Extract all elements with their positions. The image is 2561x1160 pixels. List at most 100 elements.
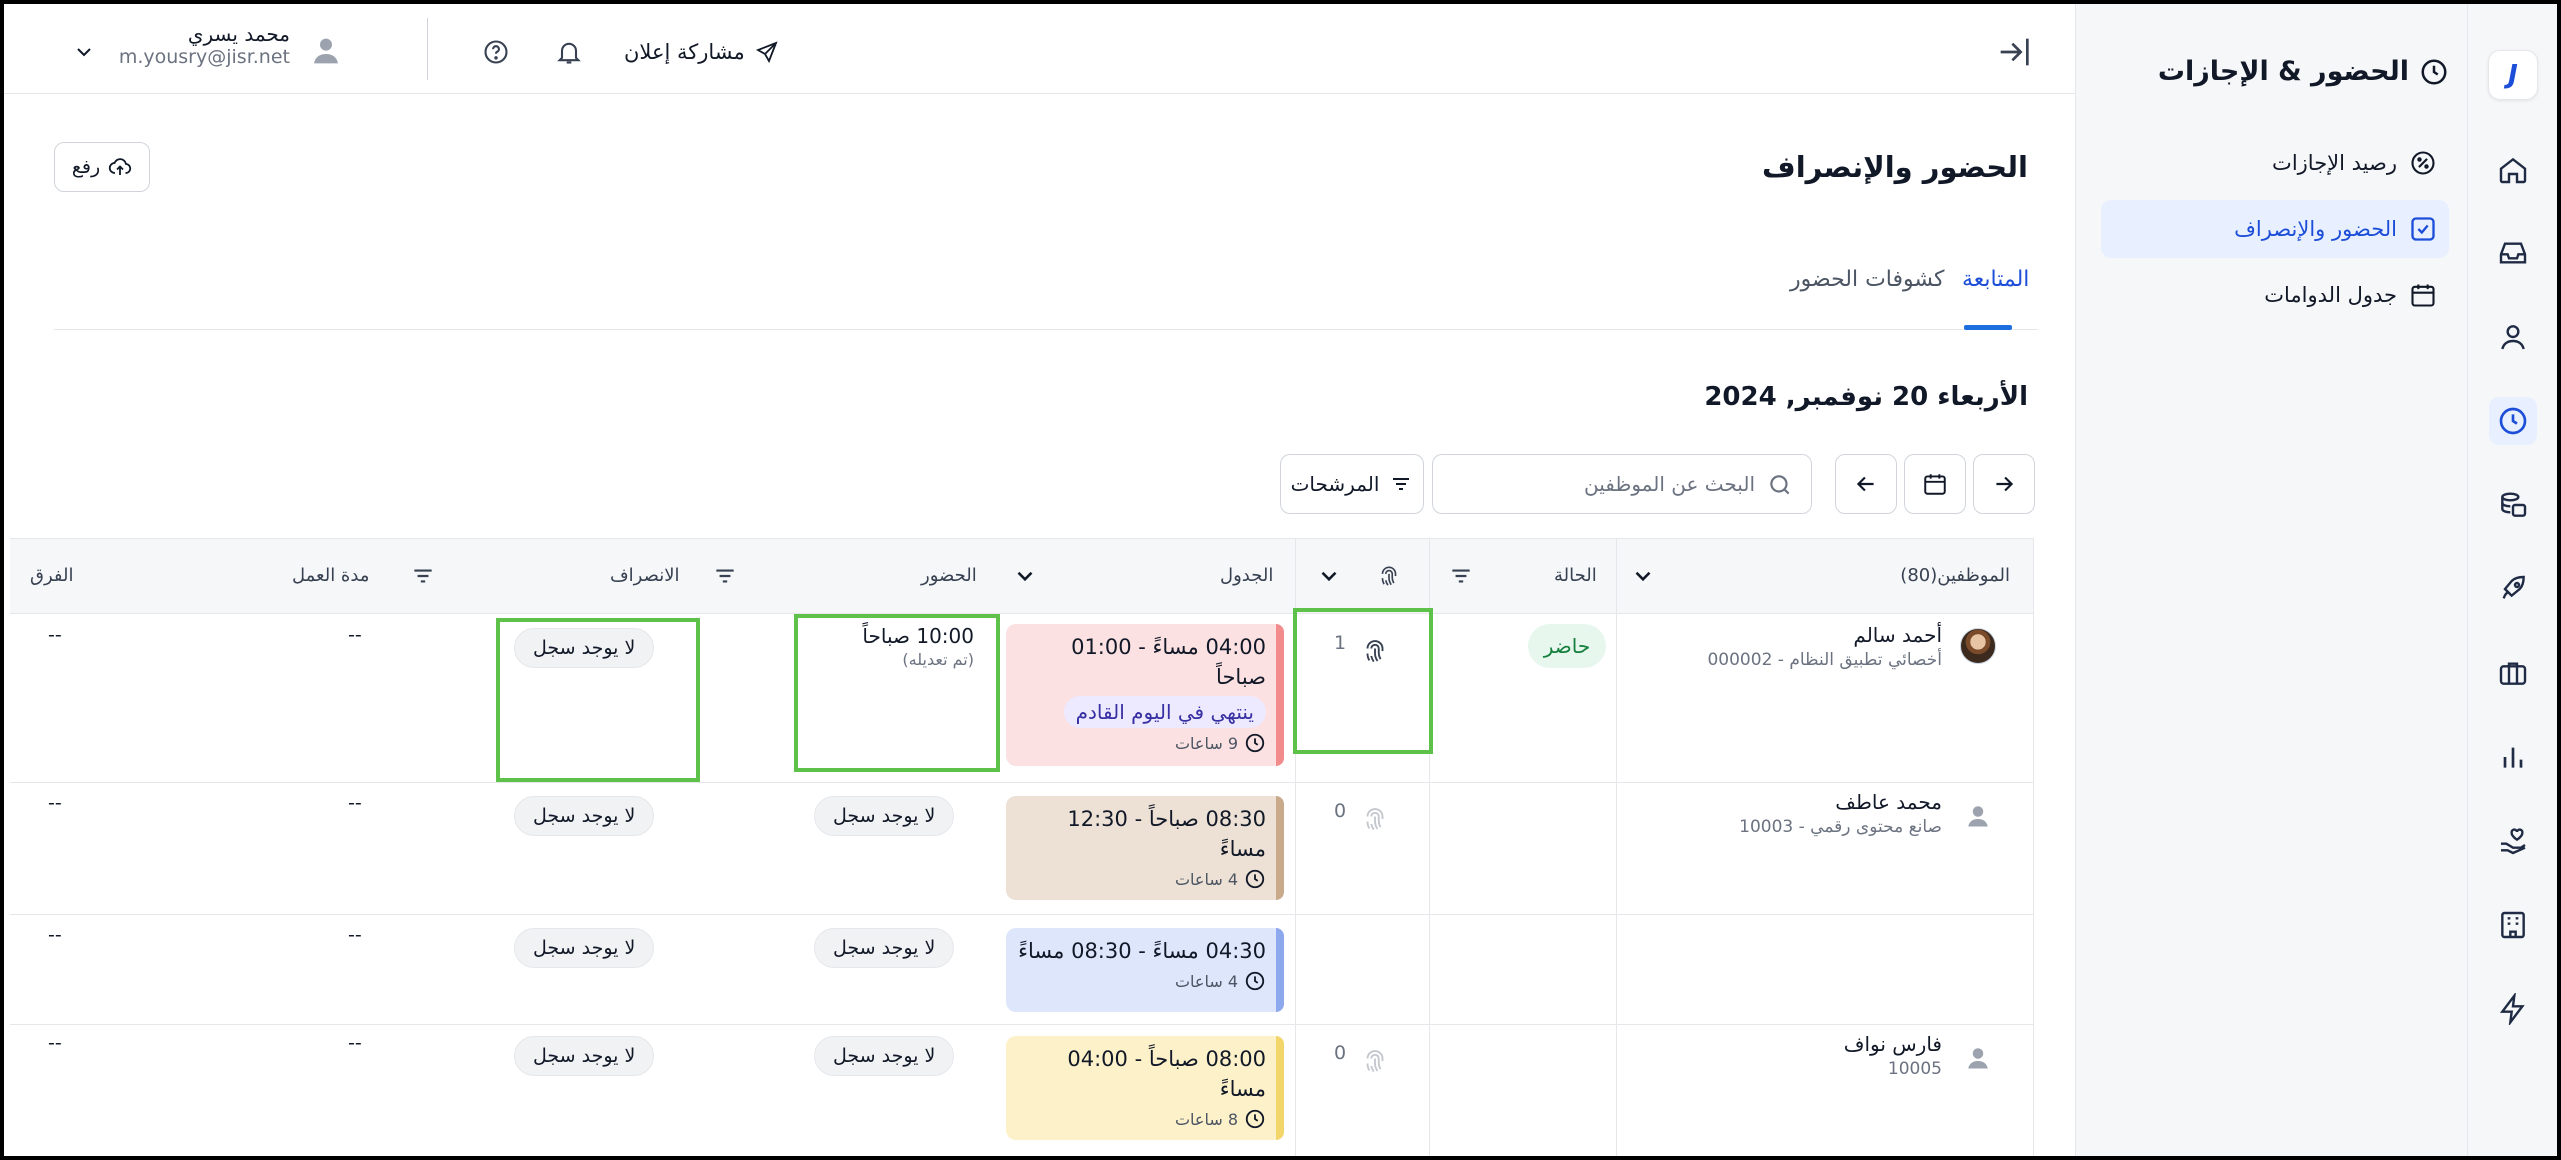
shift-card[interactable]: 04:30 مساءً - 08:30 مساءً 4 ساعات	[1006, 928, 1284, 1012]
work-duration: --	[348, 624, 362, 646]
filter-icon[interactable]	[712, 563, 738, 589]
employee-subtitle: 10005	[1887, 1059, 1942, 1079]
row-divider	[10, 914, 2034, 915]
row-divider	[10, 782, 2034, 783]
calendar-icon	[2411, 284, 2435, 307]
shift-card[interactable]: 08:00 صباحاً - 04:00 مساءً 8 ساعات	[1006, 1036, 1284, 1140]
fingerprint-icon[interactable]	[1360, 1046, 1390, 1076]
header-checkout: الانصراف	[610, 565, 680, 586]
shift-card[interactable]: 04:00 مساءً - 01:00 صباحاً ينتهي في اليو…	[1006, 624, 1284, 766]
difference: --	[48, 624, 62, 646]
column-divider	[1616, 538, 1617, 1156]
chart-icon[interactable]	[2489, 733, 2537, 781]
checkin-no-record[interactable]: لا يوجد سجل	[814, 1036, 955, 1076]
shift-time: 04:00 مساءً - 01:00 صباحاً	[1071, 635, 1266, 689]
hand-heart-icon[interactable]	[2489, 817, 2537, 865]
fingerprint-icon[interactable]	[1360, 804, 1390, 834]
employee-avatar	[1968, 806, 1988, 827]
topbar-divider	[427, 18, 428, 80]
row-divider	[10, 1024, 2034, 1025]
share-announcement-label: مشاركة إعلان	[624, 40, 745, 64]
employee-name[interactable]: فارس نواف	[1844, 1032, 1942, 1056]
shift-hours: 8 ساعات	[1018, 1108, 1272, 1130]
user-name: محمد يسري	[187, 22, 290, 46]
employee-name[interactable]: محمد عاطف	[1835, 790, 1942, 814]
checkout-no-record[interactable]: لا يوجد سجل	[514, 928, 655, 968]
shift-hours-text: 4 ساعات	[1174, 869, 1238, 889]
tab-active-indicator	[1964, 325, 2012, 330]
next-day-badge: ينتهي في اليوم القادم	[1063, 696, 1266, 728]
search-input[interactable]	[1455, 465, 1755, 503]
date-picker-button[interactable]	[1904, 454, 1966, 514]
shift-card[interactable]: 08:30 صباحاً - 12:30 مساءً 4 ساعات	[1006, 796, 1284, 900]
shift-hours-text: 9 ساعات	[1174, 733, 1238, 753]
user-avatar[interactable]	[310, 34, 342, 66]
checkin-no-record[interactable]: لا يوجد سجل	[814, 928, 955, 968]
employee-subtitle: أخصائي تطبيق النظام - 000002	[1707, 650, 1942, 670]
coins-icon[interactable]	[2489, 481, 2537, 529]
sidebar-item-attendance[interactable]: الحضور والإنصراف	[2101, 200, 2449, 258]
checkout-no-record[interactable]: لا يوجد سجل	[514, 796, 655, 836]
building-icon[interactable]	[2489, 901, 2537, 949]
calendar-icon	[1924, 474, 1946, 495]
employee-search[interactable]	[1432, 454, 1812, 514]
collapse-icon[interactable]	[1994, 32, 2034, 72]
share-announcement-button[interactable]: مشاركة إعلان	[624, 34, 779, 70]
employee-subtitle: صانع محتوى رقمي - 10003	[1739, 817, 1942, 837]
shift-hours-text: 8 ساعات	[1174, 1109, 1238, 1129]
shift-hours: 9 ساعات	[1018, 732, 1272, 754]
filter-icon	[1393, 478, 1410, 490]
chevron-down-icon[interactable]	[1630, 563, 1656, 589]
tabs: المتابعة كشوفات الحضور	[54, 259, 2038, 330]
inbox-icon[interactable]	[2489, 229, 2537, 277]
help-icon[interactable]	[482, 38, 510, 66]
checkout-no-record[interactable]: لا يوجد سجل	[514, 1036, 655, 1076]
user-email: m.yousry@jisr.net	[118, 46, 290, 68]
home-icon[interactable]	[2489, 146, 2537, 194]
clock-icon[interactable]	[2489, 397, 2537, 445]
status-badge: حاضر	[1528, 624, 1606, 668]
filter-icon[interactable]	[410, 563, 436, 589]
difference: --	[48, 1032, 62, 1054]
rocket-icon[interactable]	[2489, 565, 2537, 613]
main-content: مشاركة إعلان محمد يسري m.yousry@jisr.net…	[4, 4, 2075, 1156]
filter-icon[interactable]	[1448, 563, 1474, 589]
clock-icon	[1245, 869, 1265, 889]
fingerprint-icon	[1381, 566, 1397, 586]
work-duration: --	[348, 792, 362, 814]
shift-time: 08:00 صباحاً - 04:00 مساءً	[1067, 1047, 1266, 1101]
clock-icon	[1245, 1109, 1265, 1129]
employee-name[interactable]: أحمد سالم	[1853, 623, 1942, 647]
percent-icon	[2411, 151, 2435, 175]
sidebar-item-shifts[interactable]: جدول الدوامات	[2101, 266, 2449, 324]
table-header: الموظفين(80) الحالة الجدول الحضور الانصر…	[10, 538, 2034, 614]
checkin-no-record[interactable]: لا يوجد سجل	[814, 796, 955, 836]
app-rail: J	[2467, 4, 2557, 1156]
tab-attendance-sheets[interactable]: كشوفات الحضور	[1790, 267, 1944, 329]
app-logo[interactable]: J	[2488, 50, 2538, 100]
attendance-table: الموظفين(80) الحالة الجدول الحضور الانصر…	[10, 538, 2034, 1156]
app-frame: J الحضور & الإجازات رصيد الإجازات الحضور…	[4, 4, 2557, 1156]
difference: --	[48, 924, 62, 946]
punch-count: 0	[1334, 800, 1347, 822]
previous-day-button[interactable]	[1835, 454, 1897, 514]
tab-monitoring[interactable]: المتابعة	[1962, 267, 2029, 329]
bolt-icon[interactable]	[2489, 985, 2537, 1033]
shift-hours: 4 ساعات	[1018, 868, 1272, 890]
header-status: الحالة	[1554, 565, 1597, 586]
subnav-title: الحضور & الإجازات	[2158, 56, 2449, 87]
filters-button[interactable]: المرشحات	[1280, 454, 1424, 514]
bell-icon[interactable]	[555, 38, 583, 66]
upload-button[interactable]: رفع	[54, 142, 150, 192]
work-duration: --	[348, 924, 362, 946]
upload-icon	[109, 158, 132, 175]
arrow-right-icon	[1996, 476, 2014, 492]
chevron-down-icon[interactable]	[1316, 563, 1342, 589]
next-day-button[interactable]	[1973, 454, 2035, 514]
chevron-down-icon[interactable]	[72, 40, 96, 64]
user-icon[interactable]	[2489, 313, 2537, 361]
chevron-down-icon[interactable]	[1012, 563, 1038, 589]
sidebar-item-leave-balance[interactable]: رصيد الإجازات	[2101, 134, 2449, 192]
sidebar-item-label: الحضور والإنصراف	[2234, 217, 2397, 241]
briefcase-icon[interactable]	[2489, 649, 2537, 697]
